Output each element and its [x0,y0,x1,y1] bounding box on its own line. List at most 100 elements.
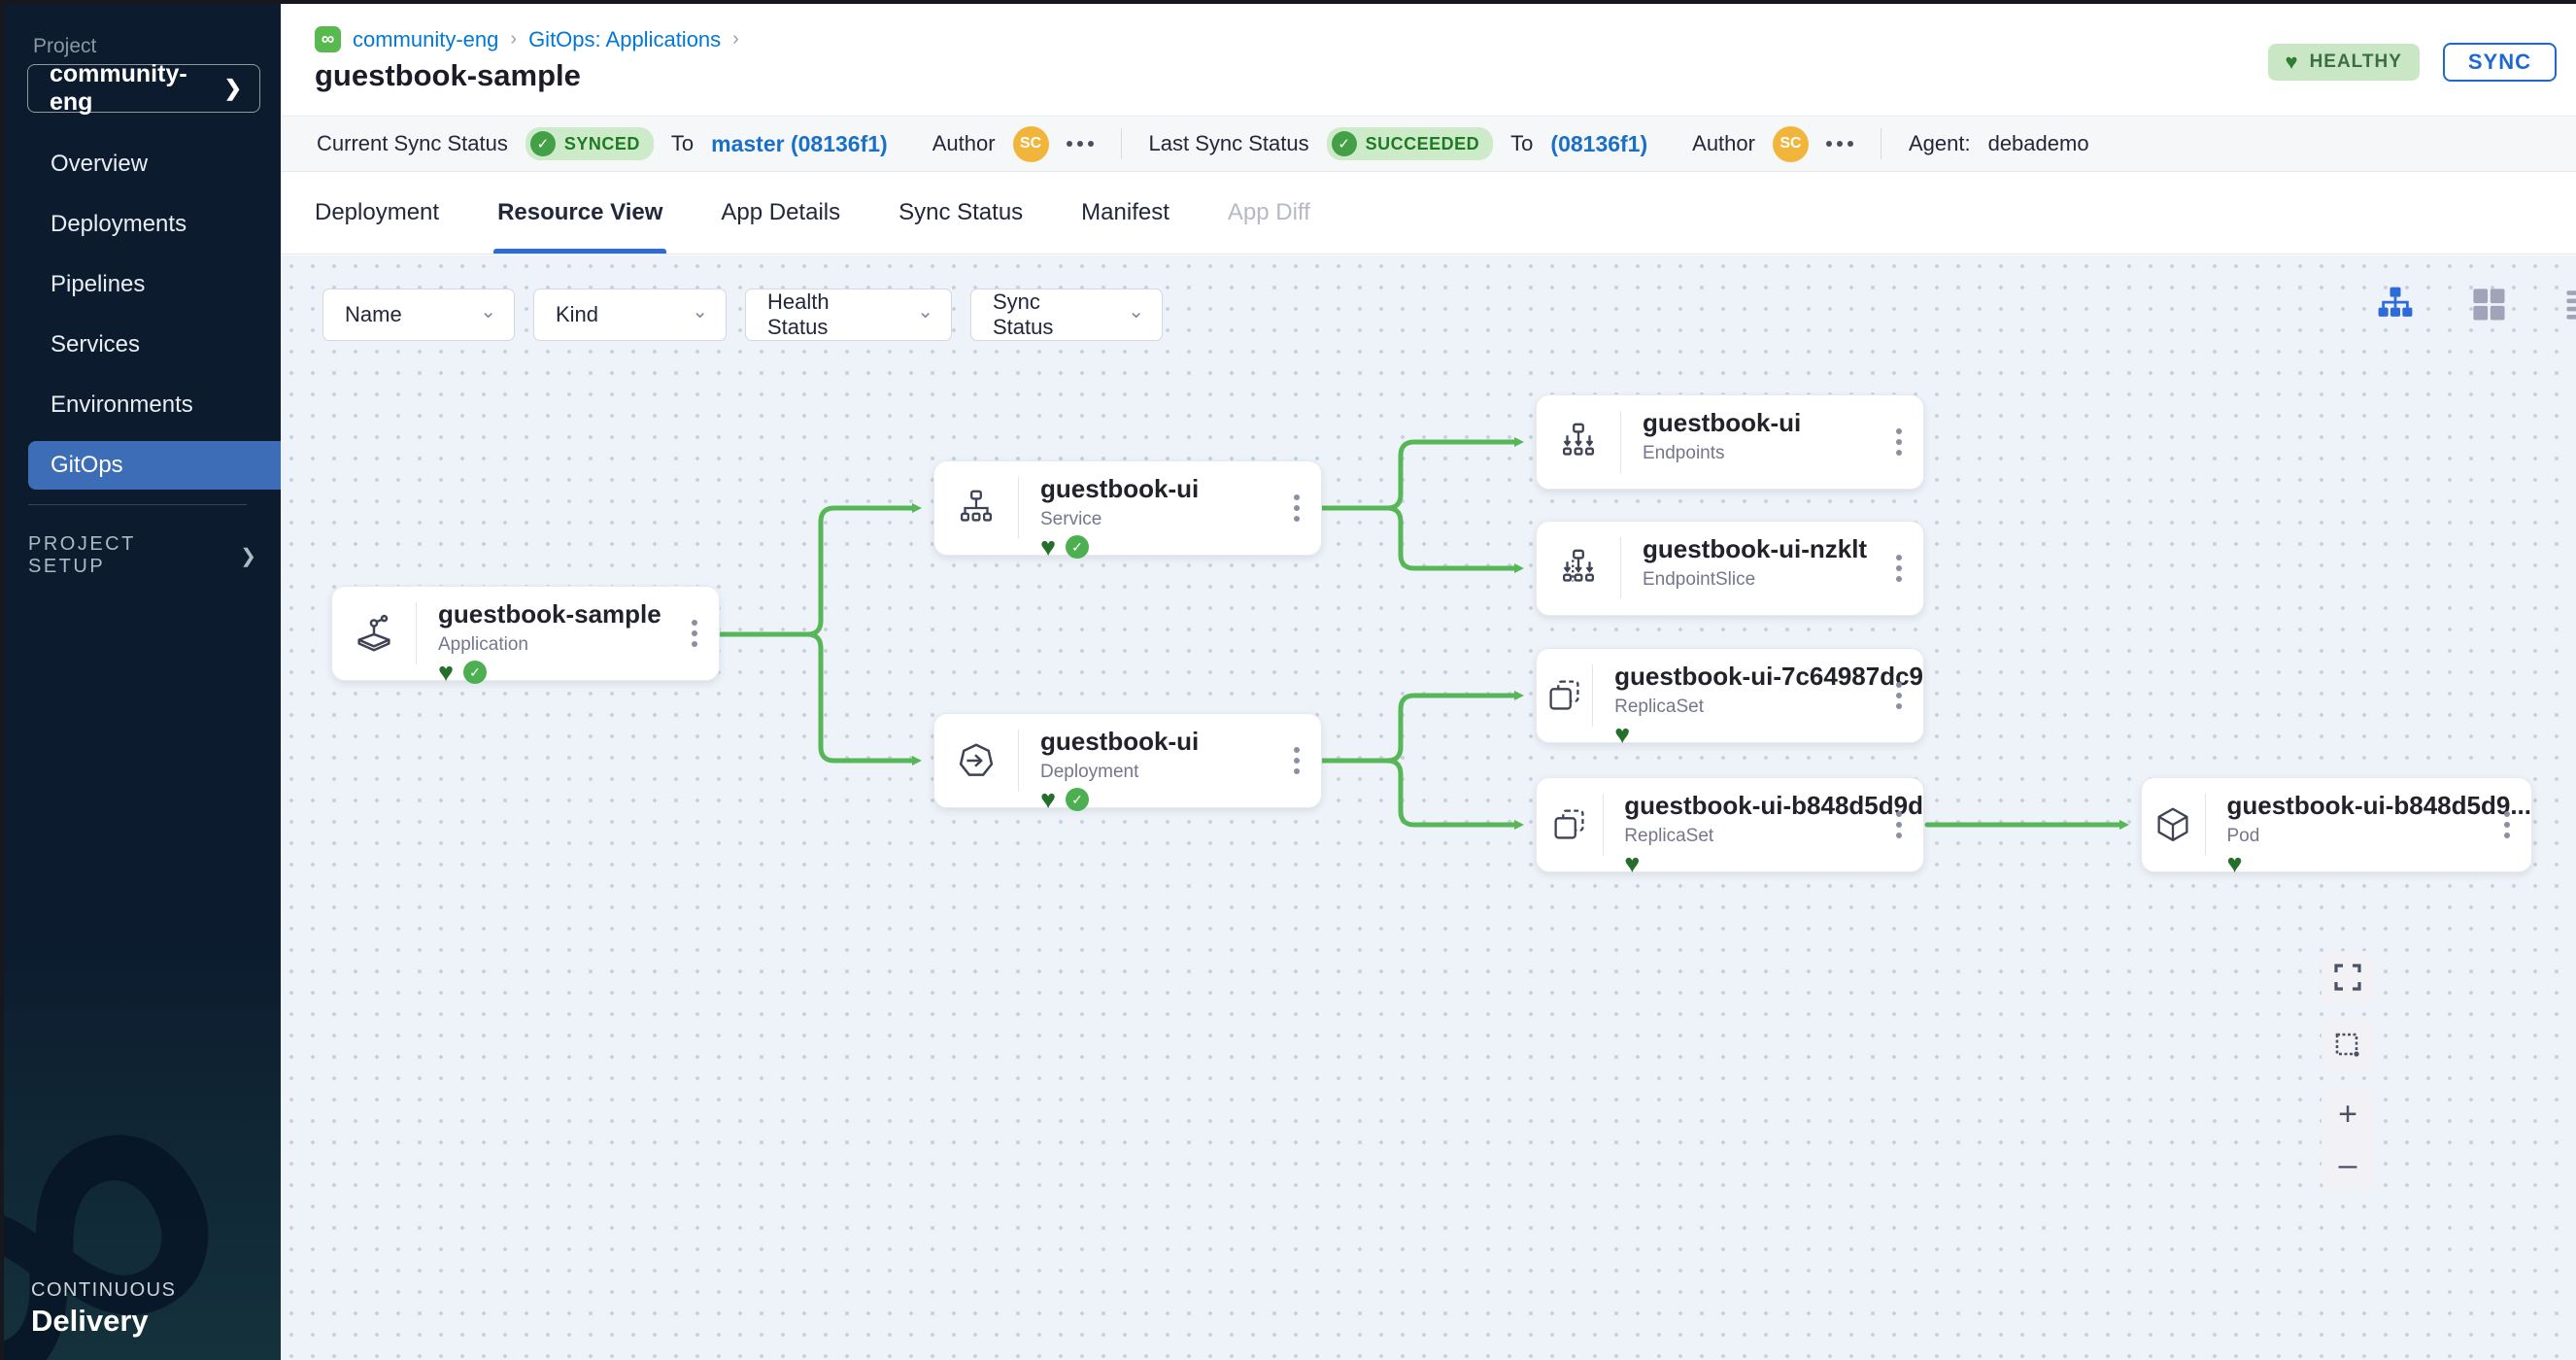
node-kind: Endpoints [1643,443,1923,464]
healthy-heart-icon: ♥ [1624,851,1640,877]
project-setup-toggle[interactable]: PROJECT SETUP ❯︎ [28,533,256,578]
current-sync-target-link[interactable]: master (08136f1) [711,131,888,157]
node-kebab-menu[interactable] [1896,555,1902,582]
breadcrumb-separator: › [732,28,739,51]
header-actions: ♥ HEALTHY SYNC [2268,43,2558,82]
gitops-application-page: ∞ Project community-eng ❯ Overview Deplo… [0,0,2576,1360]
sidebar-divider [28,504,247,505]
node-application-guestbook-sample[interactable]: guestbook-sample Application ♥ ✓ [331,586,720,681]
check-circle-icon: ✓ [530,131,556,156]
breadcrumb: ∞ community-eng › GitOps: Applications › [315,26,739,52]
main-area: ∞ community-eng › GitOps: Applications ›… [281,4,2576,1360]
vertical-divider [1121,128,1122,159]
project-selector-value: community-eng [50,60,224,117]
healthy-heart-icon: ♥ [1614,722,1630,748]
to-label: To [1510,131,1533,156]
author-avatar[interactable]: SC [1773,126,1809,162]
node-title: guestbook-sample [438,599,719,629]
pod-icon [2142,778,2205,871]
tab-bar: Deployment Resource View App Details Syn… [281,172,2576,255]
gitops-infinity-icon: ∞ [315,26,341,52]
tab-resource-view[interactable]: Resource View [497,172,662,254]
breadcrumb-separator: › [510,28,517,51]
sidebar: ∞ Project community-eng ❯ Overview Deplo… [4,4,281,1360]
sidebar-item-services[interactable]: Services [28,321,281,369]
agent-label: Agent: [1909,131,1971,156]
sidebar-item-gitops[interactable]: GitOps [28,441,281,490]
brand-delivery: Delivery [31,1304,176,1339]
node-status: ♥ ✓ [1040,786,1321,813]
chevron-right-icon: ❯ [224,76,242,101]
node-deployment-guestbook-ui[interactable]: guestbook-ui Deployment ♥ ✓ [933,713,1322,808]
node-kebab-menu[interactable] [2504,811,2510,838]
node-endpointslice-guestbook-ui-nzklt[interactable]: guestbook-ui-nzklt EndpointSlice [1536,521,1924,616]
tab-manifest[interactable]: Manifest [1081,172,1169,254]
heart-icon: ♥ [2286,51,2298,73]
ellipsis-menu-icon[interactable] [1067,141,1094,147]
node-status: ♥ ✓ [438,659,719,686]
node-kebab-menu[interactable] [1896,428,1902,456]
sync-status-bar: Current Sync Status ✓ SYNCED To master (… [281,116,2576,172]
node-title: guestbook-ui [1643,408,1923,438]
node-status: ♥ [1624,850,1923,877]
node-replicaset-guestbook-ui-7c64987dc9[interactable]: guestbook-ui-7c64987dc9 ReplicaSet ♥ [1536,648,1924,743]
endpoints-icon [1537,395,1620,489]
replicaset-icon [1537,778,1603,871]
page-header: ∞ community-eng › GitOps: Applications ›… [281,4,2576,116]
endpointslice-icon [1537,522,1620,615]
synced-check-icon: ✓ [1066,535,1089,559]
project-label: Project [33,35,96,58]
synced-check-icon: ✓ [463,661,487,684]
sidebar-item-overview[interactable]: Overview [28,140,281,188]
sidebar-item-environments[interactable]: Environments [28,381,281,429]
node-kebab-menu[interactable] [1896,682,1902,709]
node-kind: Application [438,634,719,656]
sidebar-nav: Overview Deployments Pipelines Services … [4,140,281,501]
ellipsis-menu-icon[interactable] [1826,141,1853,147]
node-kebab-menu[interactable] [1896,811,1902,838]
node-status: ♥ ✓ [1040,533,1321,561]
agent-value: debademo [1988,131,2089,156]
node-kebab-menu[interactable] [1294,494,1300,522]
node-title: guestbook-ui-7c64987dc9 [1614,662,1923,692]
health-status-badge: ♥ HEALTHY [2268,44,2420,81]
breadcrumb-applications-link[interactable]: GitOps: Applications [528,27,721,52]
node-endpoints-guestbook-ui[interactable]: guestbook-ui Endpoints [1536,394,1924,490]
node-kind: ReplicaSet [1614,697,1923,718]
chevron-down-icon: ❯︎ [240,544,256,568]
healthy-heart-icon: ♥ [1040,787,1056,813]
tab-deployment[interactable]: Deployment [315,172,439,254]
node-title: guestbook-ui [1040,727,1321,757]
node-status: ♥ [2227,850,2532,877]
healthy-heart-icon: ♥ [2227,851,2243,877]
last-sync-status-label: Last Sync Status [1149,131,1309,156]
tab-app-diff[interactable]: App Diff [1228,172,1310,254]
sidebar-item-pipelines[interactable]: Pipelines [28,260,281,309]
sidebar-item-deployments[interactable]: Deployments [28,200,281,249]
synced-badge: ✓ SYNCED [525,127,654,160]
node-kebab-menu[interactable] [692,620,697,647]
last-sync-target-link[interactable]: (08136f1) [1550,131,1647,157]
healthy-heart-icon: ♥ [438,660,454,686]
resource-graph-canvas[interactable]: Name ⌄ Kind ⌄ Health Status ⌄ Sync Statu… [281,255,2576,1360]
author-label: Author [1692,131,1755,156]
node-replicaset-guestbook-ui-b848d5d9d[interactable]: guestbook-ui-b848d5d9d ReplicaSet ♥ [1536,777,1924,872]
node-pod-guestbook-ui-b848d5d9[interactable]: guestbook-ui-b848d5d9... Pod ♥ [2141,777,2532,872]
node-title: guestbook-ui-b848d5d9d [1624,791,1923,821]
check-circle-icon: ✓ [1332,131,1357,156]
module-brand: CONTINUOUS Delivery [31,1279,176,1339]
node-service-guestbook-ui[interactable]: guestbook-ui Service ♥ ✓ [933,460,1322,556]
node-kind: Service [1040,509,1321,530]
sync-button[interactable]: SYNC [2443,43,2557,82]
node-kebab-menu[interactable] [1294,747,1300,774]
node-status: ♥ [1614,721,1923,748]
tab-app-details[interactable]: App Details [721,172,840,254]
node-title: guestbook-ui-b848d5d9... [2227,791,2532,821]
project-selector[interactable]: community-eng ❯ [27,64,260,113]
tab-sync-status[interactable]: Sync Status [898,172,1023,254]
author-avatar[interactable]: SC [1013,126,1049,162]
synced-check-icon: ✓ [1066,788,1089,811]
page-title: guestbook-sample [315,58,581,93]
healthy-heart-icon: ♥ [1040,534,1056,561]
breadcrumb-project-link[interactable]: community-eng [353,27,498,52]
